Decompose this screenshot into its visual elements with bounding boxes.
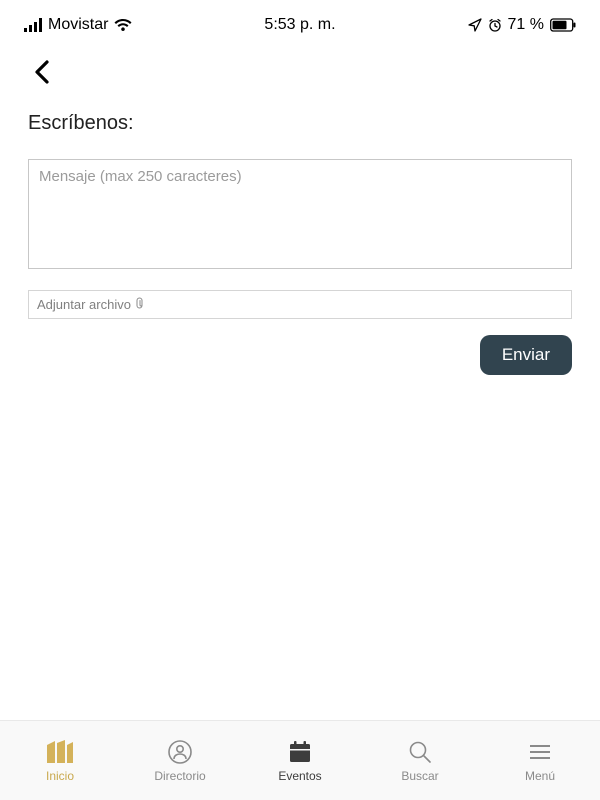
menu-icon [527, 739, 553, 765]
main-content: Escríbenos: Adjuntar archivo Enviar [0, 92, 600, 720]
tab-label: Inicio [46, 769, 74, 783]
tab-bar: Inicio Directorio Eventos Buscar Menú [0, 720, 600, 800]
carrier-label: Movistar [48, 16, 108, 34]
paperclip-icon [135, 297, 145, 312]
message-input[interactable] [28, 159, 572, 269]
location-icon [468, 18, 482, 32]
clock-label: 5:53 p. m. [264, 16, 335, 34]
tab-search[interactable]: Buscar [360, 721, 480, 800]
back-button[interactable] [24, 56, 60, 92]
tab-directory[interactable]: Directorio [120, 721, 240, 800]
tab-menu[interactable]: Menú [480, 721, 600, 800]
tab-label: Directorio [154, 769, 205, 783]
send-button[interactable]: Enviar [480, 335, 572, 375]
alarm-icon [488, 18, 502, 32]
calendar-icon [287, 739, 313, 765]
search-icon [407, 739, 433, 765]
page-title: Escríbenos: [28, 112, 572, 135]
battery-percent-label: 71 % [508, 16, 544, 34]
attach-file-button[interactable]: Adjuntar archivo [28, 290, 572, 319]
tab-label: Menú [525, 769, 555, 783]
home-icon [45, 739, 75, 765]
wifi-icon [114, 18, 132, 32]
tab-label: Eventos [278, 769, 321, 783]
tab-home[interactable]: Inicio [0, 721, 120, 800]
directory-icon [167, 739, 193, 765]
battery-icon [550, 18, 576, 32]
status-bar: Movistar 5:53 p. m. 71 % [0, 0, 600, 40]
chevron-left-icon [33, 59, 51, 90]
cellular-signal-icon [24, 18, 42, 32]
attach-file-label: Adjuntar archivo [37, 297, 131, 312]
tab-events[interactable]: Eventos [240, 721, 360, 800]
tab-label: Buscar [401, 769, 438, 783]
